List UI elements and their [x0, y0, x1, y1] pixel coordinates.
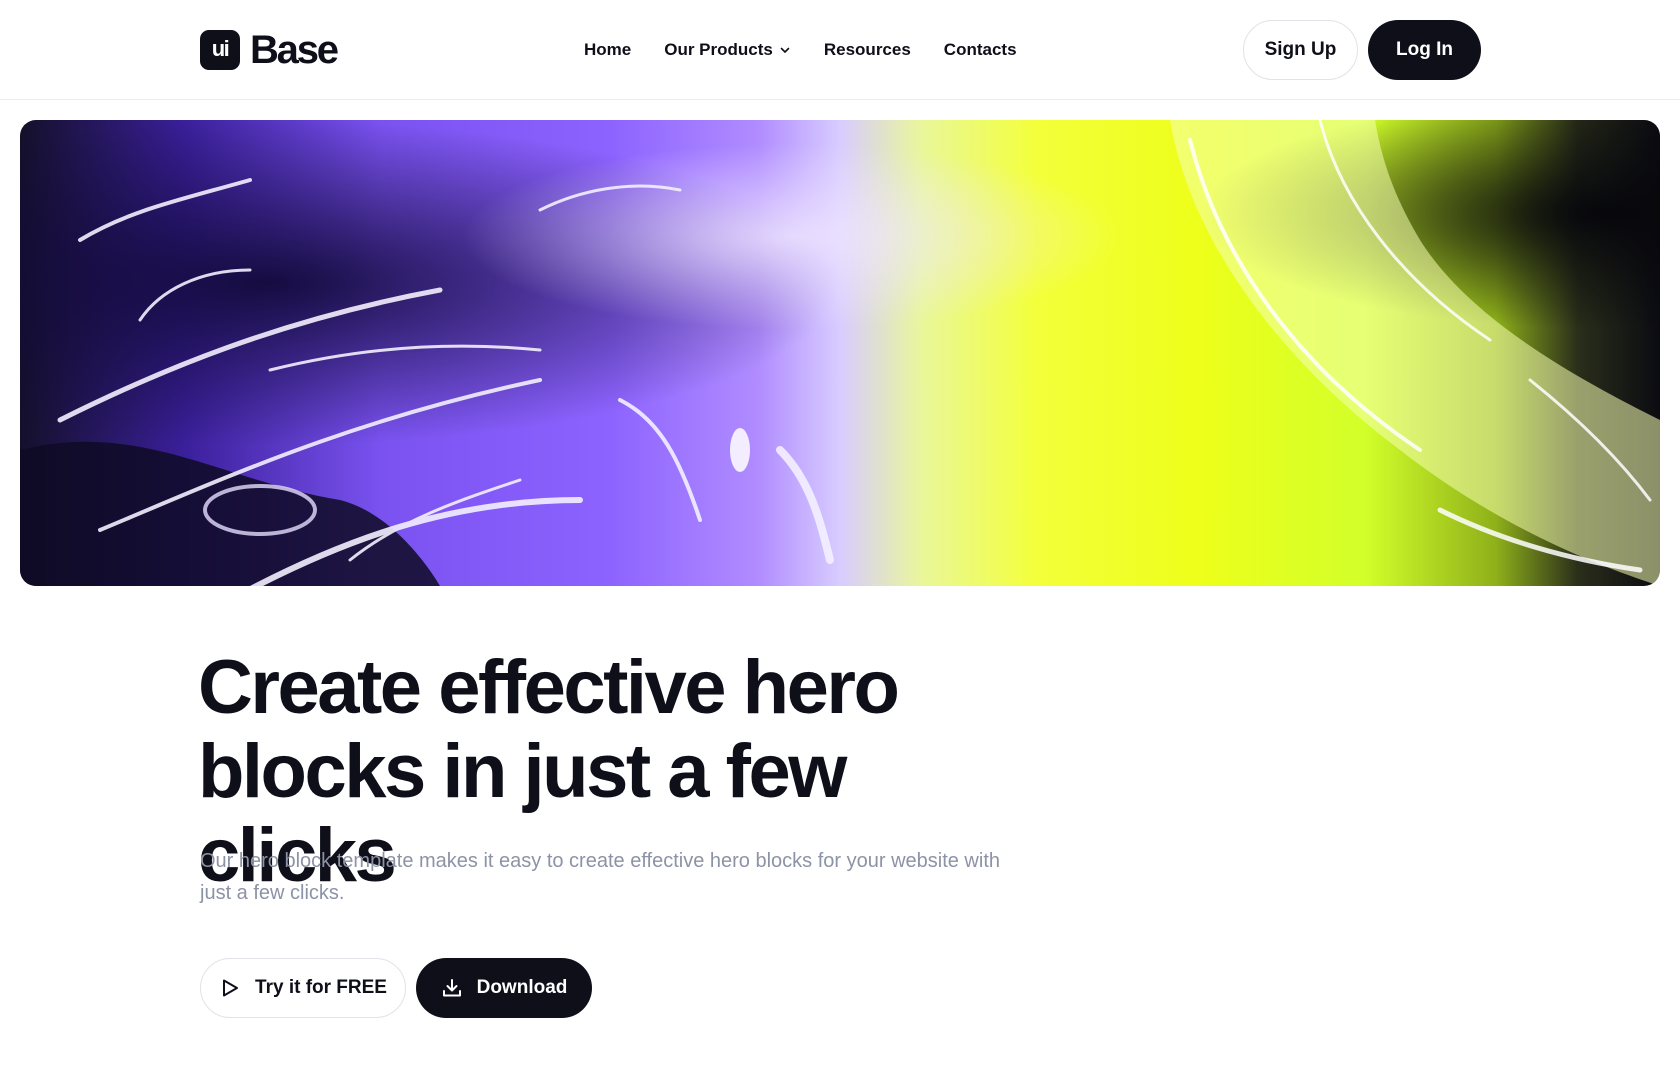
nav-item-label: Our Products [664, 40, 773, 59]
nav-item-our-products[interactable]: Our Products [664, 40, 791, 60]
download-icon [441, 977, 463, 999]
logo-wordmark: Base [250, 28, 339, 72]
nav-item-contacts[interactable]: Contacts [944, 40, 1017, 60]
main-nav: Home Our Products Resources Contacts [584, 38, 1017, 62]
log-in-button[interactable]: Log In [1368, 20, 1481, 80]
brand-logo[interactable]: ui Base [200, 28, 339, 72]
nav-item-resources[interactable]: Resources [824, 40, 911, 60]
hero-actions: Try it for FREE Download [200, 958, 592, 1018]
try-free-label: Try it for FREE [255, 977, 387, 998]
hero-subtitle: Our hero block template makes it easy to… [200, 850, 1000, 904]
try-free-button[interactable]: Try it for FREE [200, 958, 406, 1018]
hero-headline-line-1: Create effective hero [198, 645, 900, 730]
chevron-down-icon [779, 44, 791, 56]
download-label: Download [476, 977, 568, 998]
hero-banner-image [20, 120, 1660, 586]
logo-mark: ui [200, 30, 240, 70]
nav-item-label: Resources [823, 40, 911, 59]
nav-item-label: Home [584, 40, 632, 59]
play-icon [219, 977, 241, 999]
site-header: ui Base Home Our Products Resources Cont… [0, 0, 1680, 100]
download-button[interactable]: Download [416, 958, 592, 1018]
nav-item-label: Contacts [943, 40, 1017, 59]
sign-up-button[interactable]: Sign Up [1243, 20, 1358, 80]
nav-item-home[interactable]: Home [584, 40, 631, 60]
